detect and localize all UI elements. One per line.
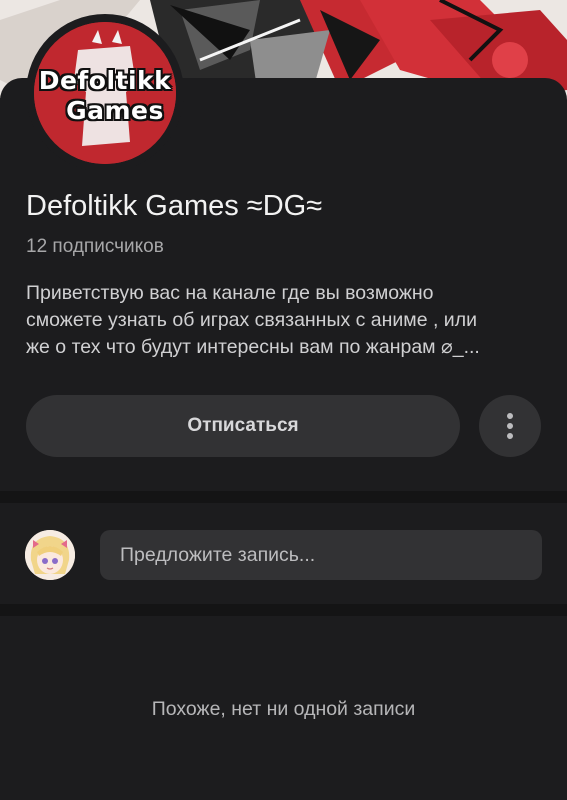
section-divider: [0, 491, 567, 503]
user-avatar[interactable]: [25, 530, 75, 580]
more-vertical-icon: [507, 413, 513, 439]
empty-feed-message: Похоже, нет ни одной записи: [151, 698, 416, 720]
section-divider: [0, 604, 567, 616]
logo-text-line1: Defoltikk: [38, 66, 172, 95]
more-options-button[interactable]: [479, 395, 541, 457]
unsubscribe-button[interactable]: Отписаться: [26, 395, 460, 457]
subscriber-count[interactable]: 12 подписчиков: [26, 236, 164, 258]
suggest-post-placeholder: Предложите запись...: [120, 543, 316, 566]
description-line: сможете узнать об играх связанных с аним…: [26, 309, 477, 331]
channel-logo: Defoltikk Games: [34, 22, 176, 164]
suggest-post-input[interactable]: Предложите запись...: [100, 530, 542, 580]
description-line: же о тех что будут интересны вам по жанр…: [26, 336, 480, 358]
channel-title: Defoltikk Games ≈DG≈: [26, 190, 323, 222]
description-line: Приветствую вас на канале где вы возможн…: [26, 282, 434, 304]
logo-text-line2: Games: [66, 96, 164, 125]
channel-avatar[interactable]: Defoltikk Games: [26, 14, 184, 172]
channel-description[interactable]: Приветствую вас на канале где вы возможн…: [26, 280, 546, 361]
